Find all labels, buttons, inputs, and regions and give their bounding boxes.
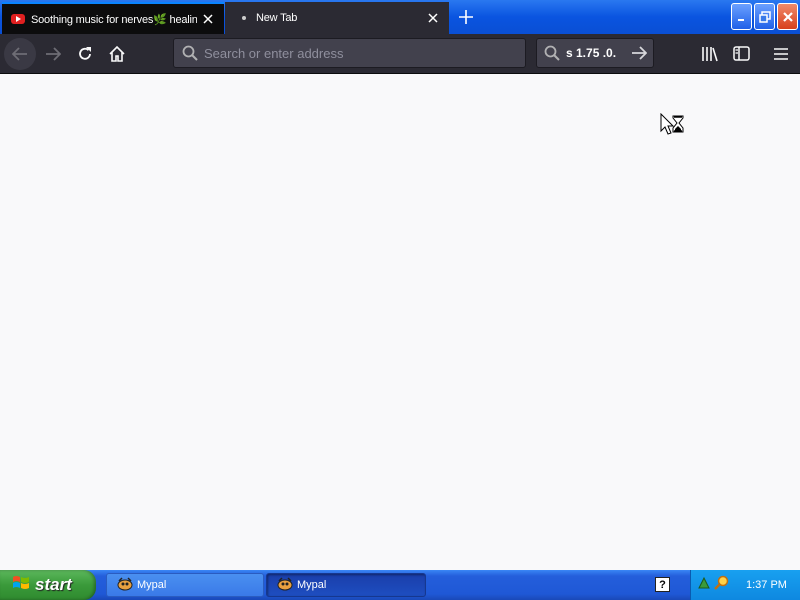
reload-button[interactable]: [69, 38, 101, 70]
nav-toolbar: s 1.75 .0.: [0, 34, 800, 74]
youtube-icon: [11, 14, 25, 24]
system-tray: 1:37 PM: [690, 570, 800, 600]
library-icon: [702, 47, 718, 62]
tab-title: Soothing music for nerves🌿 healing: [31, 13, 197, 26]
hamburger-icon: [774, 48, 788, 60]
tab-strip: Soothing music for nerves🌿 healing New T…: [0, 0, 800, 34]
address-bar[interactable]: [173, 38, 526, 68]
screen: Soothing music for nerves🌿 healing New T…: [0, 0, 800, 600]
close-tab-icon[interactable]: [422, 7, 444, 29]
tab-new-tab[interactable]: New Tab: [225, 2, 449, 34]
start-button[interactable]: start: [0, 570, 96, 600]
magnifier-icon[interactable]: [714, 575, 730, 596]
close-tab-icon[interactable]: [197, 8, 219, 30]
network-icon[interactable]: [697, 576, 711, 595]
taskbar-item-mypal[interactable]: Mypal: [106, 573, 264, 597]
home-button[interactable]: [101, 38, 133, 70]
search-icon: [182, 45, 198, 61]
help-icon[interactable]: ?: [655, 577, 670, 592]
sidebar-button[interactable]: [726, 38, 758, 70]
back-button[interactable]: [4, 38, 36, 70]
close-window-button[interactable]: [777, 3, 798, 30]
tab-youtube[interactable]: Soothing music for nerves🌿 healing: [2, 2, 224, 34]
mypal-icon: [277, 576, 293, 594]
page-content[interactable]: [0, 75, 800, 570]
menu-button[interactable]: [765, 38, 797, 70]
reload-icon: [79, 47, 91, 60]
minimize-button[interactable]: [731, 3, 752, 30]
tab-title: New Tab: [256, 12, 298, 24]
search-field-text[interactable]: s 1.75 .0.: [566, 46, 625, 60]
library-button[interactable]: [694, 38, 726, 70]
mypal-icon: [117, 576, 133, 594]
taskbar-item-mypal[interactable]: Mypal: [266, 573, 426, 597]
taskbar-item-label: Mypal: [297, 579, 327, 591]
search-bar[interactable]: s 1.75 .0.: [536, 38, 654, 68]
forward-button[interactable]: [37, 38, 69, 70]
taskbar-item-label: Mypal: [137, 579, 167, 591]
home-icon: [109, 45, 125, 62]
forward-arrow-icon: [46, 47, 61, 61]
sidebar-icon: [733, 46, 750, 61]
new-tab-button[interactable]: [454, 6, 478, 28]
clock: 1:37 PM: [746, 579, 787, 591]
taskbar: start Mypal Mypal ? 1:37 PM: [0, 570, 800, 600]
dot-icon: [242, 16, 246, 20]
busy-cursor-icon: [660, 112, 686, 140]
restore-button[interactable]: [754, 3, 775, 30]
start-label: start: [35, 575, 72, 594]
go-arrow-icon[interactable]: [631, 45, 647, 61]
address-input[interactable]: [204, 45, 525, 61]
search-icon: [544, 45, 560, 61]
back-arrow-icon: [12, 47, 27, 61]
windows-logo-icon: [12, 574, 30, 597]
